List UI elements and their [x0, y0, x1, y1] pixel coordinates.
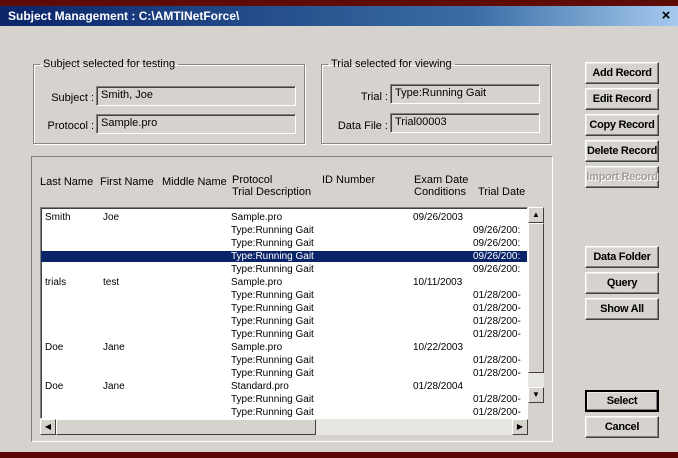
datafile-field: Trial00003 — [390, 113, 540, 133]
cell-trial-date: 01/28/200- — [473, 355, 521, 366]
cell-protocol-description: Type:Running Gait — [231, 316, 314, 327]
header-trial-description[interactable]: Trial Description — [232, 186, 311, 198]
table-row[interactable]: Type:Running Gait 09/26/200: — [41, 264, 527, 275]
cancel-button[interactable]: Cancel — [585, 416, 659, 438]
show-all-button[interactable]: Show All — [585, 298, 659, 320]
cell-trial-date: 01/28/200- — [473, 303, 521, 314]
cell-trial-date: 09/26/200: — [473, 225, 521, 236]
cell-protocol-description: Standard.pro — [231, 381, 289, 392]
title-bar[interactable]: Subject Management : C:\AMTINetForce\ — [0, 6, 678, 26]
cell-protocol-description: Type:Running Gait — [231, 394, 314, 405]
table-row[interactable]: Type:Running Gait 01/28/200- — [41, 316, 527, 327]
trial-field: Type:Running Gait — [390, 84, 540, 104]
cell-protocol-description: Type:Running Gait — [231, 303, 314, 314]
cell-exam-date: 01/28/2004 — [413, 381, 464, 392]
scroll-right-icon[interactable]: ▶ — [512, 419, 528, 435]
add-record-button[interactable]: Add Record — [585, 62, 659, 84]
cell-trial-date: 01/28/200- — [473, 368, 521, 379]
select-button[interactable]: Select — [585, 390, 659, 412]
table-row[interactable]: Type:Running Gait 01/28/200- — [41, 368, 527, 379]
header-conditions[interactable]: Conditions — [414, 186, 466, 198]
table-row[interactable]: Type:Running Gait 09/26/200: — [41, 225, 527, 236]
header-trial-date[interactable]: Trial Date — [478, 186, 525, 198]
import-record-button[interactable]: Import Record — [585, 166, 659, 188]
cell-protocol-description: Type:Running Gait — [231, 225, 314, 236]
cell-trial-date: 01/28/200- — [473, 316, 521, 327]
subject-label: Subject : — [51, 92, 94, 104]
table-row[interactable]: Type:Running Gait 09/26/200: — [41, 251, 527, 262]
cell-last-name: Doe — [45, 342, 64, 353]
cell-protocol-description: Sample.pro — [231, 277, 283, 288]
table-row[interactable]: Type:Running Gait 01/28/200- — [41, 355, 527, 366]
header-last-name[interactable]: Last Name — [40, 176, 93, 188]
data-folder-button[interactable]: Data Folder — [585, 246, 659, 268]
cell-exam-date: 10/11/2003 — [413, 277, 463, 288]
protocol-label: Protocol : — [47, 120, 94, 132]
header-middle-name[interactable]: Middle Name — [162, 176, 227, 188]
vertical-scrollbar[interactable]: ▲ ▼ — [528, 207, 544, 403]
table-row[interactable]: Type:Running Gait 01/28/200- — [41, 394, 527, 405]
cell-first-name: Joe — [103, 212, 120, 223]
cell-exam-date: 09/26/2003 — [413, 212, 464, 223]
subject-field: Smith, Joe — [96, 86, 296, 106]
table-row[interactable]: Smith Joe Sample.pro 09/26/2003 — [41, 212, 527, 223]
cell-last-name: Doe — [45, 381, 64, 392]
cell-protocol-description: Sample.pro — [231, 342, 283, 353]
scrollbar-corner — [528, 403, 544, 435]
close-icon[interactable]: × — [658, 8, 674, 24]
horizontal-scroll-thumb[interactable] — [56, 419, 316, 435]
cell-first-name: Jane — [103, 381, 125, 392]
table-row[interactable]: Doe Jane Standard.pro 01/28/2004 — [41, 381, 527, 392]
query-button[interactable]: Query — [585, 272, 659, 294]
cell-first-name: Jane — [103, 342, 125, 353]
cell-protocol-description: Type:Running Gait — [231, 238, 314, 249]
scroll-up-icon[interactable]: ▲ — [528, 207, 544, 223]
cell-trial-date: 01/28/200- — [473, 329, 521, 340]
protocol-field: Sample.pro — [96, 114, 296, 134]
header-protocol[interactable]: Protocol — [232, 174, 272, 186]
cell-trial-date: 01/28/200- — [473, 394, 521, 405]
cell-protocol-description: Type:Running Gait — [231, 251, 314, 262]
scroll-down-icon[interactable]: ▼ — [528, 387, 544, 403]
subject-group-legend: Subject selected for testing — [43, 58, 176, 70]
cell-trial-date: 09/26/200: — [473, 238, 521, 249]
header-exam-date[interactable]: Exam Date — [414, 174, 468, 186]
cell-protocol-description: Type:Running Gait — [231, 329, 314, 340]
trial-group-legend: Trial selected for viewing — [331, 58, 452, 70]
trial-label: Trial : — [360, 91, 388, 103]
subject-trial-listbox[interactable]: Smith Joe Sample.pro 09/26/2003 Type:Running… — [40, 207, 528, 419]
table-row[interactable]: Type:Running Gait 01/28/200- — [41, 407, 527, 418]
header-id-number[interactable]: ID Number — [322, 174, 375, 186]
delete-record-button[interactable]: Delete Record — [585, 140, 659, 162]
cell-trial-date: 09/26/200: — [473, 264, 521, 275]
cell-protocol-description: Type:Running Gait — [231, 264, 314, 275]
table-row[interactable]: Doe Jane Sample.pro 10/22/2003 — [41, 342, 527, 353]
cell-exam-date: 10/22/2003 — [413, 342, 464, 353]
cell-last-name: Smith — [45, 212, 71, 223]
table-row[interactable]: Type:Running Gait 09/26/200: — [41, 238, 527, 249]
cell-protocol-description: Type:Running Gait — [231, 368, 314, 379]
scroll-left-icon[interactable]: ◀ — [40, 419, 56, 435]
cell-protocol-description: Sample.pro — [231, 212, 283, 223]
subject-management-window: Subject Management : C:\AMTINetForce\ × … — [0, 6, 678, 452]
cell-protocol-description: Type:Running Gait — [231, 355, 314, 366]
cell-trial-date: 09/26/200: — [473, 251, 521, 262]
cell-trial-date: 01/28/200- — [473, 290, 521, 301]
copy-record-button[interactable]: Copy Record — [585, 114, 659, 136]
table-row[interactable]: Type:Running Gait 01/28/200- — [41, 329, 527, 340]
cell-trial-date: 01/28/200- — [473, 407, 521, 418]
cell-protocol-description: Type:Running Gait — [231, 407, 314, 418]
table-row[interactable]: Type:Running Gait 01/28/200- — [41, 290, 527, 301]
header-first-name[interactable]: First Name — [100, 176, 154, 188]
cell-last-name: trials — [45, 277, 67, 288]
datafile-label: Data File : — [337, 120, 388, 132]
cell-first-name: test — [103, 277, 120, 288]
table-row[interactable]: trials test Sample.pro 10/11/2003 — [41, 277, 527, 288]
table-row[interactable]: Type:Running Gait 01/28/200- — [41, 303, 527, 314]
window-title: Subject Management : C:\AMTINetForce\ — [8, 9, 240, 23]
vertical-scroll-thumb[interactable] — [528, 223, 544, 373]
edit-record-button[interactable]: Edit Record — [585, 88, 659, 110]
cell-protocol-description: Type:Running Gait — [231, 290, 314, 301]
horizontal-scrollbar[interactable]: ◀ ▶ — [40, 419, 528, 435]
